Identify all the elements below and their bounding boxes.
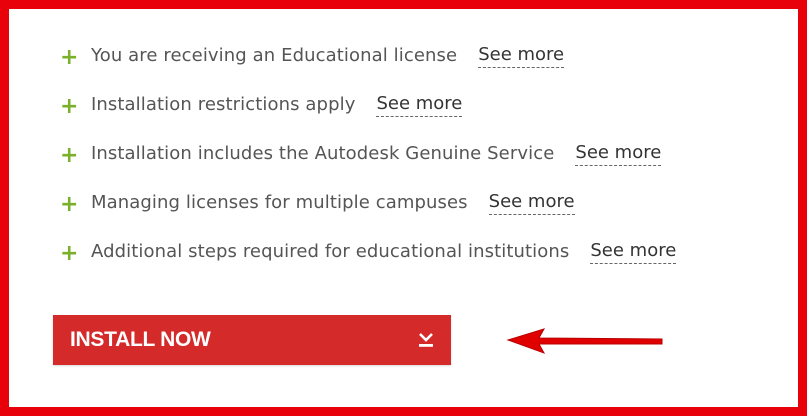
plus-icon[interactable]: + xyxy=(60,193,78,216)
install-now-button[interactable]: INSTALL NOW xyxy=(53,315,451,365)
item-text: Installation includes the Autodesk Genui… xyxy=(91,143,555,164)
list-item: + Installation restrictions apply See mo… xyxy=(60,80,676,129)
see-more-link[interactable]: See more xyxy=(488,191,575,215)
license-info-list: + You are receiving an Educational licen… xyxy=(60,31,677,276)
see-more-link[interactable]: See more xyxy=(590,240,677,264)
list-item: + Installation includes the Autodesk Gen… xyxy=(60,129,676,178)
item-text: You are receiving an Educational license xyxy=(91,45,458,66)
list-item: + Managing licenses for multiple campuse… xyxy=(60,178,676,227)
plus-icon[interactable]: + xyxy=(60,95,78,118)
see-more-link[interactable]: See more xyxy=(478,44,565,68)
item-text: Managing licenses for multiple campuses xyxy=(91,192,468,213)
download-chevron-icon xyxy=(419,333,433,347)
see-more-link[interactable]: See more xyxy=(575,142,662,166)
plus-icon[interactable]: + xyxy=(60,46,78,69)
install-now-label: INSTALL NOW xyxy=(70,328,211,351)
see-more-link[interactable]: See more xyxy=(376,93,463,117)
annotation-arrow-icon xyxy=(506,328,663,354)
item-text: Additional steps required for educationa… xyxy=(91,241,570,262)
list-item: + You are receiving an Educational licen… xyxy=(60,31,676,80)
item-text: Installation restrictions apply xyxy=(91,94,356,115)
plus-icon[interactable]: + xyxy=(60,242,78,265)
plus-icon[interactable]: + xyxy=(60,144,78,167)
list-item: + Additional steps required for educatio… xyxy=(60,227,677,276)
